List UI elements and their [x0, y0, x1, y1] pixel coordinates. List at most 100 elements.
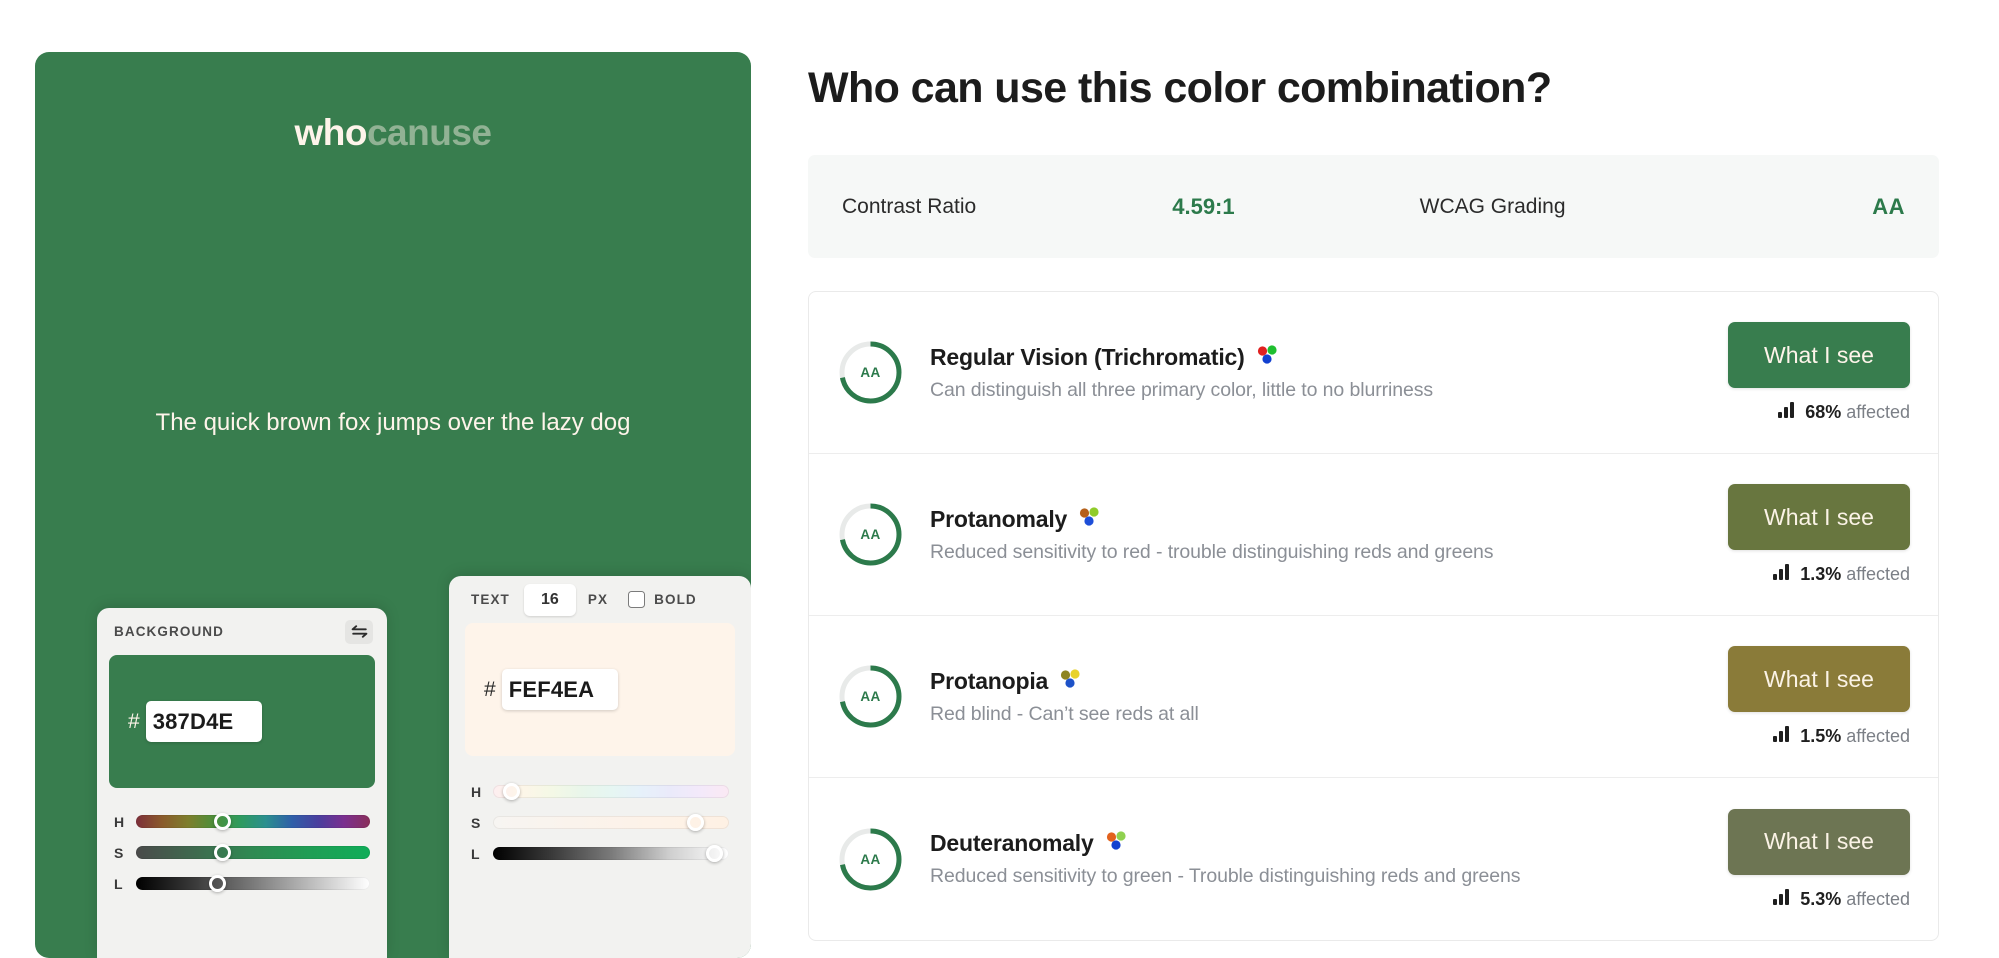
- color-dots-icon: [1256, 344, 1278, 370]
- affected-percent: 1.5%: [1800, 726, 1842, 746]
- vision-info: Deuteranomaly Reduced sensitivity to gre…: [930, 830, 1728, 888]
- vision-info: Protanomaly Reduced sensitivity to red -…: [930, 506, 1728, 564]
- grade-ring: AA: [839, 341, 902, 404]
- background-saturation-knob[interactable]: [214, 844, 232, 861]
- logo-text-canuse: canuse: [366, 112, 492, 153]
- background-lightness-slider-row: L: [114, 868, 370, 899]
- what-i-see-button[interactable]: What I see: [1728, 646, 1910, 712]
- vision-type-description: Reduced sensitivity to red - trouble dis…: [930, 540, 1494, 563]
- background-picker-label: BACKGROUND: [114, 624, 224, 639]
- results-column: Who can use this color combination? Cont…: [752, 52, 1999, 958]
- background-hue-slider-row: H: [114, 806, 370, 837]
- swap-horizontal-icon[interactable]: [345, 619, 373, 644]
- grade-ring: AA: [839, 665, 902, 728]
- bold-checkbox[interactable]: [628, 591, 646, 608]
- preview-column: whocanuse The quick brown fox jumps over…: [0, 52, 752, 958]
- background-hex-input[interactable]: [145, 701, 262, 742]
- text-hue-label: H: [471, 783, 482, 800]
- page-title: Who can use this color combination?: [808, 64, 1552, 112]
- vision-type-name: Regular Vision (Trichromatic): [930, 343, 1245, 370]
- grade-badge-label: AA: [860, 689, 881, 704]
- vision-types-list: AA Regular Vision (Trichromatic) Can dis…: [808, 291, 1939, 941]
- whocanuse-app: whocanuse The quick brown fox jumps over…: [0, 0, 1999, 958]
- text-picker-label: TEXT: [471, 592, 510, 607]
- sample-text: The quick brown fox jumps over the lazy …: [155, 409, 631, 436]
- background-saturation-track[interactable]: [136, 844, 370, 861]
- what-i-see-button[interactable]: What I see: [1728, 484, 1910, 550]
- vision-type-name: Deuteranomaly: [930, 830, 1094, 856]
- app-logo: whocanuse: [35, 112, 751, 154]
- color-pickers: BACKGROUND # H: [97, 576, 751, 958]
- vision-row: AA Protanomaly Reduced sensitivity to re…: [809, 454, 1938, 616]
- vision-type-name: Protanomaly: [930, 505, 1068, 532]
- color-dots-icon: [1105, 831, 1127, 856]
- vision-type-description: Red blind - Can’t see reds at all: [930, 702, 1199, 725]
- affected-stat: 1.5% affected: [1773, 726, 1910, 747]
- background-saturation-label: S: [114, 844, 124, 861]
- affected-text: 68% affected: [1805, 402, 1910, 422]
- vision-name-line: Regular Vision (Trichromatic): [930, 344, 1728, 371]
- background-swatch: #: [109, 655, 375, 788]
- vision-name-line: Deuteranomaly: [930, 830, 1728, 857]
- contrast-summary-bar: Contrast Ratio 4.59:1 WCAG Grading AA: [808, 155, 1939, 258]
- text-swatch: #: [465, 623, 735, 756]
- affected-text: 5.3% affected: [1800, 888, 1910, 909]
- grade-badge-label: AA: [860, 365, 881, 380]
- vision-type-name: Protanopia: [930, 667, 1049, 694]
- vision-row: AA Protanopia Red blind - Can’t see reds…: [809, 616, 1938, 778]
- what-i-see-button[interactable]: What I see: [1728, 808, 1910, 875]
- background-color-picker: BACKGROUND # H: [97, 608, 387, 958]
- vision-type-description: Reduced sensitivity to green - Trouble d…: [930, 865, 1521, 887]
- text-hue-slider-row: H: [471, 776, 729, 807]
- text-sliders: H S L: [449, 756, 751, 869]
- vision-row-actions: What I see 1.5% affected: [1728, 646, 1910, 747]
- vision-row-actions: What I see 68% affected: [1728, 322, 1910, 423]
- text-saturation-track[interactable]: [493, 814, 729, 831]
- color-dots-icon: [1078, 506, 1100, 532]
- color-dots-icon: [1059, 668, 1081, 694]
- background-lightness-track[interactable]: [136, 875, 370, 892]
- bold-label: BOLD: [654, 592, 697, 607]
- text-color-picker: TEXT PX BOLD # H: [449, 576, 751, 958]
- logo-text-who: who: [294, 112, 368, 153]
- grade-ring: AA: [839, 828, 902, 891]
- background-hash-symbol: #: [128, 709, 140, 733]
- grade-badge-label: AA: [860, 527, 881, 542]
- vision-row-actions: What I see 5.3% affected: [1728, 808, 1910, 910]
- bar-chart-icon: [1773, 888, 1791, 910]
- text-hue-knob[interactable]: [503, 783, 521, 800]
- affected-stat: 1.3% affected: [1773, 564, 1910, 585]
- vision-type-description: Can distinguish all three primary color,…: [930, 378, 1433, 401]
- font-size-input[interactable]: [523, 583, 576, 616]
- text-hex-input[interactable]: [501, 669, 618, 710]
- text-hash-symbol: #: [484, 677, 496, 701]
- font-size-unit: PX: [587, 592, 609, 607]
- bar-chart-icon: [1778, 402, 1796, 423]
- text-picker-header: TEXT PX BOLD: [449, 576, 751, 623]
- text-saturation-label: S: [471, 814, 481, 831]
- what-i-see-button[interactable]: What I see: [1728, 322, 1910, 388]
- background-hue-knob[interactable]: [214, 813, 232, 830]
- background-lightness-knob[interactable]: [209, 875, 227, 892]
- vision-name-line: Protanopia: [930, 668, 1728, 695]
- text-lightness-knob[interactable]: [706, 845, 724, 862]
- affected-stat: 5.3% affected: [1773, 888, 1910, 910]
- background-saturation-slider-row: S: [114, 837, 370, 868]
- contrast-ratio-label: Contrast Ratio: [842, 194, 977, 218]
- text-lightness-slider-row: L: [471, 838, 729, 869]
- text-saturation-knob[interactable]: [687, 814, 705, 831]
- affected-percent: 68%: [1805, 402, 1842, 422]
- text-hue-track[interactable]: [493, 783, 729, 800]
- background-hue-label: H: [114, 813, 125, 830]
- background-hue-track[interactable]: [136, 813, 370, 830]
- grade-badge-label: AA: [860, 851, 881, 867]
- background-picker-header: BACKGROUND: [97, 608, 387, 655]
- background-lightness-label: L: [114, 875, 123, 892]
- wcag-grading-value: AA: [1872, 193, 1905, 219]
- affected-stat: 68% affected: [1778, 402, 1910, 423]
- wcag-grading-label: WCAG Grading: [1419, 194, 1566, 218]
- affected-percent: 1.3%: [1800, 564, 1842, 584]
- text-lightness-track[interactable]: [493, 845, 729, 862]
- background-sliders: H S L: [97, 788, 387, 899]
- bold-toggle[interactable]: BOLD: [628, 591, 697, 608]
